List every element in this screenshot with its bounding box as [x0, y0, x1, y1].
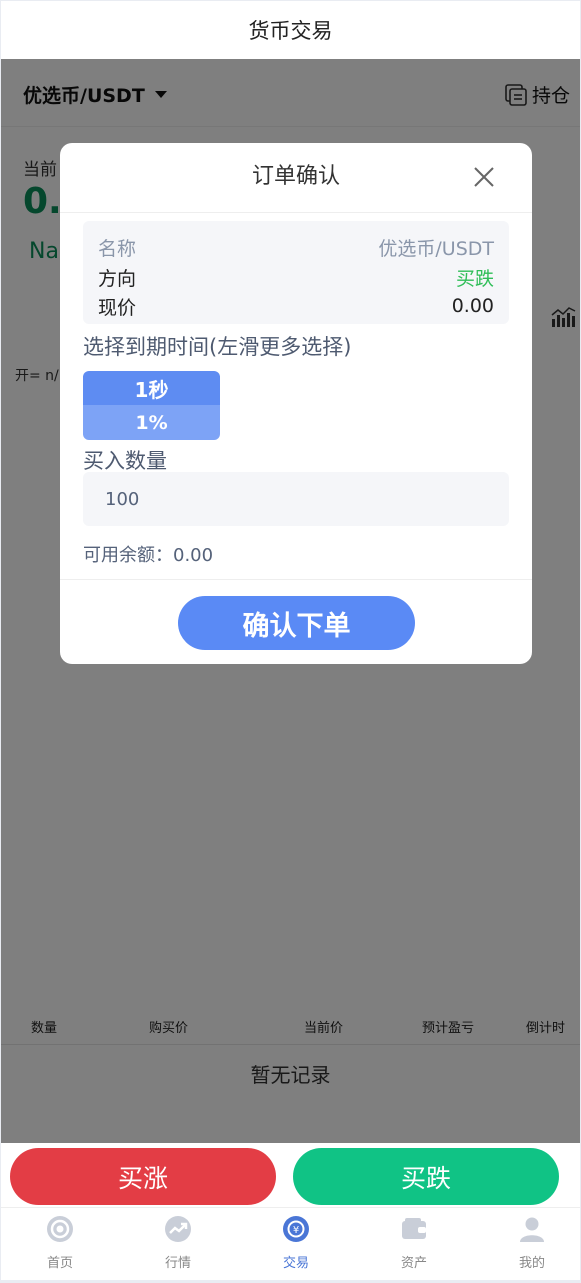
buy-down-button[interactable]: 买跌 [293, 1148, 559, 1205]
page-title: 货币交易 [248, 19, 333, 43]
tab-assets[interactable]: 资产 [364, 1214, 464, 1271]
summary-value: 0.00 [451, 295, 494, 317]
dialog-footer: 确认下单 [60, 579, 532, 664]
app-window: 货币交易 优选币/USDT 持仓 当前 0.0 Na [1, 1, 580, 1280]
expiry-rate: 1% [83, 405, 220, 440]
action-bar: 买涨 买跌 [1, 1143, 580, 1207]
order-summary: 名称 优选币/USDT 方向 买跌 现价 0.00 [83, 221, 509, 324]
svg-text:¥: ¥ [293, 1225, 299, 1236]
expiry-time: 1秒 [83, 371, 220, 405]
summary-value: 买跌 [455, 267, 494, 290]
order-confirm-dialog: 订单确认 名称 优选币/USDT 方向 买跌 现价 0.00 选择到期时间(左滑… [60, 143, 532, 664]
close-icon[interactable] [472, 165, 496, 189]
expiry-option[interactable]: 1秒 1% [83, 371, 220, 440]
tab-label: 行情 [164, 1256, 191, 1271]
market-icon [165, 1216, 191, 1242]
quantity-title: 买入数量 [83, 449, 167, 473]
header: 货币交易 [1, 1, 580, 59]
tab-label: 我的 [518, 1256, 545, 1271]
tab-label: 资产 [400, 1256, 427, 1271]
summary-value: 优选币/USDT [378, 237, 494, 260]
confirm-order-button[interactable]: 确认下单 [178, 596, 415, 650]
home-icon [47, 1216, 73, 1242]
buy-up-button[interactable]: 买涨 [10, 1148, 276, 1205]
trade-icon: ¥ [283, 1216, 309, 1242]
tab-label: 首页 [46, 1256, 73, 1271]
tab-market[interactable]: 行情 [128, 1214, 228, 1271]
tab-mine[interactable]: 我的 [482, 1214, 580, 1271]
expiry-title: 选择到期时间(左滑更多选择) [83, 335, 352, 359]
tab-bar: 首页 行情 ¥ 交易 资产 我的 [1, 1207, 580, 1280]
tab-trade[interactable]: ¥ 交易 [246, 1214, 346, 1271]
summary-row-direction: 方向 买跌 [98, 263, 494, 291]
summary-row-price: 现价 0.00 [98, 292, 494, 320]
summary-row-name: 名称 优选币/USDT [98, 233, 494, 261]
wallet-icon [402, 1218, 426, 1239]
tab-label: 交易 [282, 1256, 309, 1271]
available-balance: 可用余额：0.00 [83, 545, 214, 566]
summary-key: 现价 [98, 296, 137, 319]
dialog-title: 订单确认 [60, 143, 532, 213]
user-icon [520, 1217, 544, 1242]
summary-key: 名称 [98, 237, 137, 260]
summary-key: 方向 [98, 267, 137, 290]
quantity-input[interactable] [83, 472, 509, 526]
tab-home[interactable]: 首页 [10, 1214, 110, 1271]
